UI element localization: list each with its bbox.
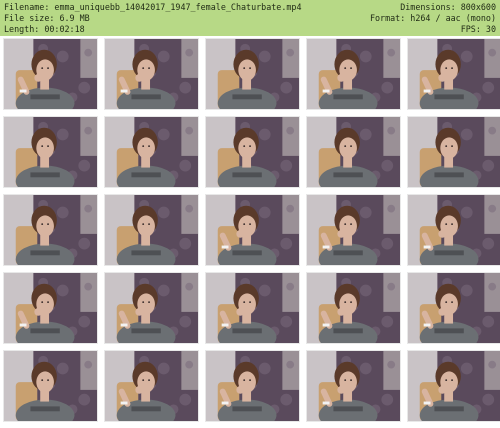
video-thumbnail (407, 272, 500, 344)
video-thumbnail (205, 194, 300, 266)
thumbnail-grid (0, 37, 500, 428)
video-thumbnail (104, 38, 199, 110)
video-thumbnail (205, 272, 300, 344)
video-thumbnail (104, 272, 199, 344)
video-thumbnail (3, 194, 98, 266)
video-thumbnail (3, 350, 98, 422)
video-thumbnail (104, 350, 199, 422)
video-thumbnail (407, 350, 500, 422)
length-text: Length: 00:02:18 (4, 24, 85, 34)
file-info-right: Dimensions: 800x600 Format: h264 / aac (… (370, 2, 496, 35)
video-thumbnail (205, 38, 300, 110)
video-thumbnail (407, 38, 500, 110)
video-thumbnail (3, 272, 98, 344)
video-thumbnail (104, 116, 199, 188)
filename-text: Filename: emma_uniquebb_14042017_1947_fe… (4, 2, 302, 12)
video-thumbnail (407, 116, 500, 188)
dimensions-text: Dimensions: 800x600 (400, 2, 496, 12)
video-thumbnail (205, 350, 300, 422)
video-thumbnail (306, 194, 401, 266)
video-thumbnail (306, 272, 401, 344)
video-thumbnail (407, 194, 500, 266)
video-thumbnail (3, 38, 98, 110)
file-info-left: Filename: emma_uniquebb_14042017_1947_fe… (4, 2, 302, 35)
video-thumbnail (306, 350, 401, 422)
video-thumbnail (306, 116, 401, 188)
video-thumbnail (3, 116, 98, 188)
video-thumbnail (205, 116, 300, 188)
filesize-text: File size: 6.9 MB (4, 13, 90, 23)
video-thumbnail (104, 194, 199, 266)
info-header: Filename: emma_uniquebb_14042017_1947_fe… (0, 0, 500, 36)
format-text: Format: h264 / aac (mono) (369, 13, 496, 23)
video-thumbnail (306, 38, 401, 110)
fps-text: FPS: 30 (460, 24, 496, 34)
